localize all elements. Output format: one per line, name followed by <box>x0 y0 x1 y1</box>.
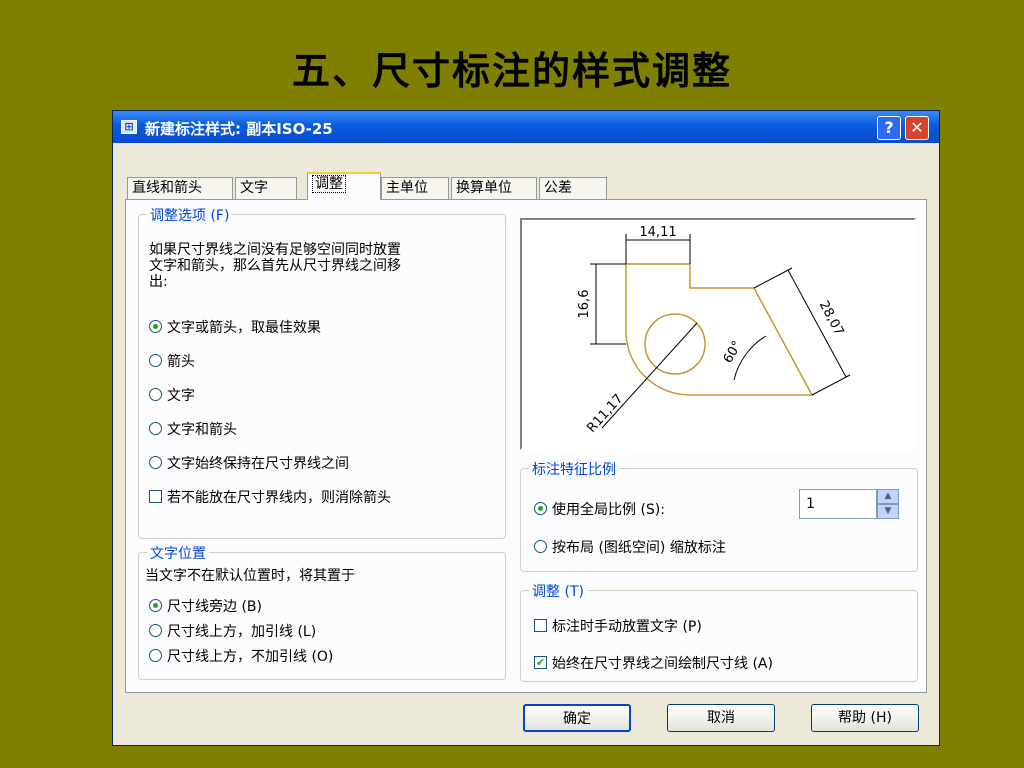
fit-tab-panel: 调整选项 (F) 如果尺寸界线之间没有足够空间同时放置 文字和箭头，那么首先从尺… <box>125 199 927 693</box>
preview-pane: 14,11 16,6 28,07 60° R11,17 <box>520 218 916 450</box>
spin-up-button[interactable]: ▲ <box>877 489 899 504</box>
radio-over-without-leader-label[interactable]: 尺寸线上方，不加引线 (O) <box>167 646 333 666</box>
overall-scale-input[interactable]: 1 <box>799 489 877 519</box>
text-placement-group: 文字位置 当文字不在默认位置时，将其置于 尺寸线旁边 (B) 尺寸线上方，加引线… <box>138 543 506 680</box>
spin-down-button[interactable]: ▼ <box>877 504 899 519</box>
radio-keep-text-between[interactable] <box>149 456 162 469</box>
scale-legend: 标注特征比例 <box>529 459 619 479</box>
fit-options-group: 调整选项 (F) 如果尺寸界线之间没有足够空间同时放置 文字和箭头，那么首先从尺… <box>138 205 506 539</box>
tab-alternate-units[interactable]: 换算单位 <box>451 177 537 199</box>
fit-description-line-3: 出: <box>149 274 168 290</box>
help-button[interactable]: 帮助 (H) <box>811 704 919 732</box>
radio-text-label[interactable]: 文字 <box>167 385 195 405</box>
help-icon[interactable]: ? <box>877 116 901 140</box>
fit-description-line-2: 文字和箭头，那么首先从尺寸界线之间移 <box>149 258 401 274</box>
manual-place-text-checkbox[interactable] <box>534 619 547 632</box>
tab-fit[interactable]: 调整 <box>307 172 381 200</box>
dim-aligned-label: 28,07 <box>816 298 847 338</box>
close-icon[interactable]: ✕ <box>905 116 929 140</box>
title-bar[interactable]: ⊞ 新建标注样式: 副本ISO-25 ? ✕ <box>113 111 939 143</box>
radio-use-overall-scale[interactable] <box>534 502 547 515</box>
tab-text[interactable]: 文字 <box>235 177 297 199</box>
window-title: 新建标注样式: 副本ISO-25 <box>145 120 333 138</box>
dim-horizontal-label: 14,11 <box>639 225 676 240</box>
dim-vertical-label: 16,6 <box>577 290 592 319</box>
radio-text[interactable] <box>149 388 162 401</box>
tab-primary-units[interactable]: 主单位 <box>381 177 449 199</box>
radio-beside-dim-line-label[interactable]: 尺寸线旁边 (B) <box>167 596 262 616</box>
fine-tuning-legend: 调整 (T) <box>529 581 587 601</box>
preview-dimensions <box>590 234 851 429</box>
suppress-arrows-checkbox[interactable] <box>149 490 162 503</box>
radio-keep-text-between-label[interactable]: 文字始终保持在尺寸界线之间 <box>167 453 349 473</box>
text-placement-description: 当文字不在默认位置时，将其置于 <box>145 568 355 584</box>
radio-beside-dim-line[interactable] <box>149 599 162 612</box>
dialog-window: ⊞ 新建标注样式: 副本ISO-25 ? ✕ 直线和箭头 文字 调整 主单位 换… <box>112 110 940 746</box>
radio-use-overall-scale-label[interactable]: 使用全局比例 (S): <box>552 499 665 519</box>
tab-lines-arrows[interactable]: 直线和箭头 <box>127 177 233 199</box>
radio-text-and-arrows-label[interactable]: 文字和箭头 <box>167 419 237 439</box>
radio-over-with-leader-label[interactable]: 尺寸线上方，加引线 (L) <box>167 621 316 641</box>
radio-arrows-label[interactable]: 箭头 <box>167 351 195 371</box>
radio-text-or-arrows-label[interactable]: 文字或箭头，取最佳效果 <box>167 317 321 337</box>
dim-radius-label: R11,17 <box>584 391 626 435</box>
tab-tolerances[interactable]: 公差 <box>539 177 607 199</box>
radio-text-or-arrows[interactable] <box>149 320 162 333</box>
cancel-button[interactable]: 取消 <box>667 704 775 732</box>
suppress-arrows-label[interactable]: 若不能放在尺寸界线内，则消除箭头 <box>167 487 391 507</box>
preview-geometry <box>625 263 814 396</box>
slide-title: 五、尺寸标注的样式调整 <box>291 49 732 93</box>
app-icon: ⊞ <box>121 120 137 134</box>
radio-arrows[interactable] <box>149 354 162 367</box>
dim-angle-label: 60° <box>721 339 746 366</box>
always-draw-dimline-label[interactable]: 始终在尺寸界线之间绘制尺寸线 (A) <box>552 653 773 673</box>
preview-drawing: 14,11 16,6 28,07 60° R11,17 <box>577 225 851 436</box>
manual-place-text-label[interactable]: 标注时手动放置文字 (P) <box>552 616 702 636</box>
radio-text-and-arrows[interactable] <box>149 422 162 435</box>
radio-scale-to-layout[interactable] <box>534 540 547 553</box>
radio-over-with-leader[interactable] <box>149 624 162 637</box>
ok-button[interactable]: 确定 <box>523 704 631 732</box>
radio-over-without-leader[interactable] <box>149 649 162 662</box>
text-placement-legend: 文字位置 <box>147 543 209 563</box>
always-draw-dimline-checkbox[interactable]: ✔ <box>534 656 547 669</box>
radio-scale-to-layout-label[interactable]: 按布局 (图纸空间) 缩放标注 <box>552 537 726 557</box>
fit-options-legend: 调整选项 (F) <box>147 205 233 225</box>
